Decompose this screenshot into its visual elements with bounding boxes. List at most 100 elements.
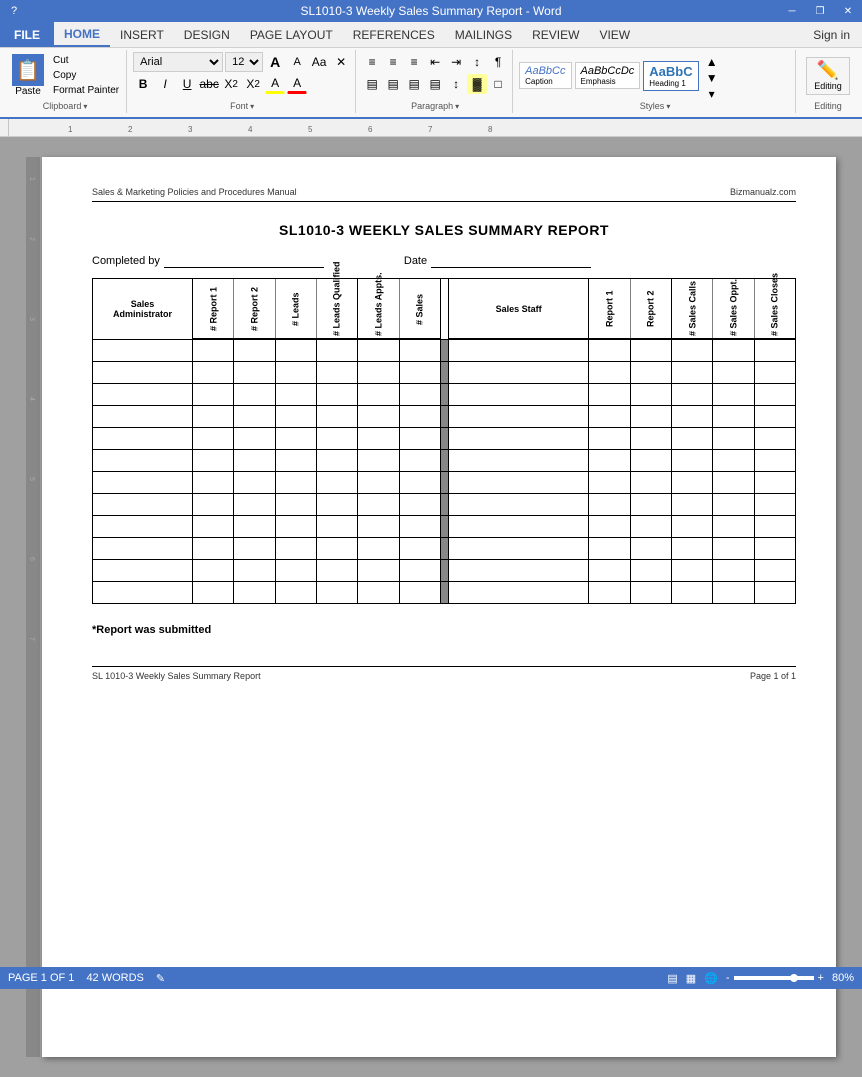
table-cell[interactable] bbox=[316, 494, 357, 516]
table-cell[interactable] bbox=[754, 428, 795, 450]
table-cell[interactable] bbox=[630, 428, 671, 450]
table-cell[interactable] bbox=[589, 406, 630, 428]
table-cell[interactable] bbox=[193, 560, 234, 582]
table-cell[interactable] bbox=[358, 384, 399, 406]
table-cell[interactable] bbox=[589, 450, 630, 472]
menu-design[interactable]: DESIGN bbox=[174, 22, 240, 47]
table-cell[interactable] bbox=[713, 384, 754, 406]
table-cell[interactable] bbox=[275, 582, 316, 604]
style-caption[interactable]: AaBbCc Caption bbox=[519, 62, 571, 89]
table-cell[interactable] bbox=[234, 384, 275, 406]
table-cell[interactable] bbox=[193, 494, 234, 516]
format-painter-button[interactable]: Format Painter bbox=[50, 84, 122, 97]
table-cell[interactable] bbox=[713, 428, 754, 450]
table-cell[interactable] bbox=[589, 582, 630, 604]
table-cell[interactable] bbox=[316, 406, 357, 428]
print-layout-icon[interactable]: ▦ bbox=[686, 972, 696, 985]
table-cell[interactable] bbox=[589, 472, 630, 494]
table-cell[interactable] bbox=[358, 582, 399, 604]
strikethrough-button[interactable]: abc bbox=[199, 74, 219, 94]
table-cell[interactable] bbox=[358, 362, 399, 384]
table-cell[interactable] bbox=[589, 428, 630, 450]
table-cell[interactable] bbox=[93, 450, 193, 472]
styles-expand-icon[interactable]: ▾ bbox=[666, 102, 670, 111]
table-cell[interactable] bbox=[234, 340, 275, 362]
table-cell[interactable] bbox=[630, 538, 671, 560]
menu-home[interactable]: HOME bbox=[54, 22, 110, 47]
table-cell[interactable] bbox=[399, 538, 440, 560]
font-expand-icon[interactable]: ▾ bbox=[250, 102, 254, 111]
table-cell[interactable] bbox=[672, 494, 713, 516]
font-size-select[interactable]: 12 bbox=[225, 52, 263, 72]
table-cell[interactable] bbox=[193, 472, 234, 494]
table-cell[interactable] bbox=[754, 362, 795, 384]
copy-button[interactable]: Copy bbox=[50, 69, 122, 82]
table-cell[interactable] bbox=[448, 340, 589, 362]
table-cell[interactable] bbox=[754, 384, 795, 406]
table-cell[interactable] bbox=[275, 560, 316, 582]
help-button[interactable]: ? bbox=[0, 0, 28, 22]
table-cell[interactable] bbox=[399, 428, 440, 450]
clear-format-button[interactable]: ✕ bbox=[331, 52, 351, 72]
table-cell[interactable] bbox=[630, 516, 671, 538]
table-cell[interactable] bbox=[672, 428, 713, 450]
file-menu[interactable]: FILE bbox=[0, 22, 54, 47]
table-cell[interactable] bbox=[316, 428, 357, 450]
table-cell[interactable] bbox=[193, 582, 234, 604]
borders-button[interactable]: □ bbox=[488, 74, 508, 94]
table-cell[interactable] bbox=[399, 384, 440, 406]
menu-mailings[interactable]: MAILINGS bbox=[445, 22, 522, 47]
table-cell[interactable] bbox=[275, 406, 316, 428]
table-cell[interactable] bbox=[589, 340, 630, 362]
table-cell[interactable] bbox=[630, 406, 671, 428]
style-heading1[interactable]: AaBbC Heading 1 bbox=[643, 61, 698, 91]
table-cell[interactable] bbox=[630, 384, 671, 406]
table-cell[interactable] bbox=[754, 494, 795, 516]
sign-in-button[interactable]: Sign in bbox=[801, 22, 862, 47]
table-cell[interactable] bbox=[358, 560, 399, 582]
table-cell[interactable] bbox=[672, 538, 713, 560]
table-cell[interactable] bbox=[672, 384, 713, 406]
bullets-button[interactable]: ≡ bbox=[362, 52, 382, 72]
restore-button[interactable]: ❐ bbox=[806, 0, 834, 22]
table-cell[interactable] bbox=[275, 538, 316, 560]
web-layout-icon[interactable]: 🌐 bbox=[704, 972, 718, 985]
styles-expand-button[interactable]: ▾ bbox=[702, 86, 722, 100]
table-cell[interactable] bbox=[672, 516, 713, 538]
table-cell[interactable] bbox=[713, 340, 754, 362]
table-cell[interactable] bbox=[193, 406, 234, 428]
table-cell[interactable] bbox=[234, 450, 275, 472]
center-button[interactable]: ▤ bbox=[383, 74, 403, 94]
table-cell[interactable] bbox=[713, 362, 754, 384]
table-cell[interactable] bbox=[630, 560, 671, 582]
table-cell[interactable] bbox=[93, 362, 193, 384]
underline-button[interactable]: U bbox=[177, 74, 197, 94]
menu-view[interactable]: VIEW bbox=[589, 22, 640, 47]
table-cell[interactable] bbox=[275, 362, 316, 384]
shading-button[interactable]: ▓ bbox=[467, 74, 487, 94]
table-cell[interactable] bbox=[193, 516, 234, 538]
table-cell[interactable] bbox=[358, 428, 399, 450]
table-cell[interactable] bbox=[713, 450, 754, 472]
table-cell[interactable] bbox=[672, 582, 713, 604]
justify-button[interactable]: ▤ bbox=[425, 74, 445, 94]
menu-page-layout[interactable]: PAGE LAYOUT bbox=[240, 22, 343, 47]
table-cell[interactable] bbox=[316, 450, 357, 472]
table-cell[interactable] bbox=[630, 362, 671, 384]
table-cell[interactable] bbox=[672, 362, 713, 384]
table-cell[interactable] bbox=[399, 340, 440, 362]
editing-button[interactable]: ✏️ Editing bbox=[806, 57, 850, 95]
table-cell[interactable] bbox=[448, 538, 589, 560]
table-cell[interactable] bbox=[589, 494, 630, 516]
table-cell[interactable] bbox=[713, 494, 754, 516]
table-cell[interactable] bbox=[448, 428, 589, 450]
table-cell[interactable] bbox=[93, 384, 193, 406]
table-cell[interactable] bbox=[358, 494, 399, 516]
decrease-indent-button[interactable]: ⇤ bbox=[425, 52, 445, 72]
table-cell[interactable] bbox=[316, 362, 357, 384]
table-cell[interactable] bbox=[754, 560, 795, 582]
table-cell[interactable] bbox=[630, 450, 671, 472]
table-cell[interactable] bbox=[316, 560, 357, 582]
align-right-button[interactable]: ▤ bbox=[404, 74, 424, 94]
table-cell[interactable] bbox=[448, 406, 589, 428]
